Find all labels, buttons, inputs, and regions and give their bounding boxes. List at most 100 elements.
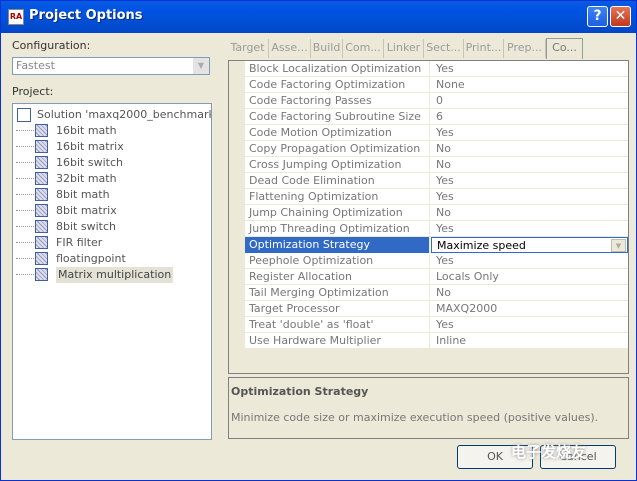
- tree-connector: [16, 274, 34, 275]
- configuration-dropdown[interactable]: Fastest ▼: [12, 57, 210, 75]
- property-row[interactable]: Register Allocation Locals Only: [245, 269, 628, 285]
- property-row[interactable]: Jump Threading Optimization Yes: [245, 221, 628, 237]
- property-name: Cross Jumping Optimization: [245, 157, 430, 173]
- tree-item-label: 8bit math: [56, 188, 110, 201]
- configuration-label: Configuration:: [12, 39, 91, 52]
- description-panel: Optimization Strategy Minimize code size…: [228, 377, 629, 439]
- property-row[interactable]: Block Localization Optimization Yes: [245, 61, 628, 77]
- watermark-logo: 电子发烧友: [511, 443, 587, 461]
- property-value[interactable]: No: [431, 285, 628, 301]
- close-button[interactable]: ✕: [610, 6, 631, 27]
- property-value[interactable]: Locals Only: [431, 269, 628, 285]
- property-value[interactable]: None: [431, 77, 628, 93]
- property-value-text: Yes: [436, 222, 454, 235]
- property-row[interactable]: Target Processor MAXQ2000: [245, 301, 628, 317]
- property-row[interactable]: Peephole Optimization Yes: [245, 253, 628, 269]
- tree-item-solution[interactable]: Solution 'maxq2000_benchmarks' (...: [13, 107, 211, 123]
- chevron-down-icon[interactable]: ▼: [611, 239, 626, 252]
- tree-item-project[interactable]: 32bit math: [13, 171, 211, 187]
- property-name: Jump Threading Optimization: [245, 221, 430, 237]
- property-value[interactable]: Yes: [431, 189, 628, 205]
- property-value[interactable]: MAXQ2000: [431, 301, 628, 317]
- property-value[interactable]: No: [431, 141, 628, 157]
- property-value[interactable]: Maximize speed ▼: [431, 237, 628, 253]
- title-bar[interactable]: RA Project Options ? ✕: [1, 1, 636, 33]
- property-name: Code Factoring Subroutine Size: [245, 109, 430, 125]
- help-button[interactable]: ?: [587, 6, 608, 27]
- property-row[interactable]: Dead Code Elimination Yes: [245, 173, 628, 189]
- tree-connector: [16, 178, 34, 179]
- property-row[interactable]: Code Motion Optimization Yes: [245, 125, 628, 141]
- property-row[interactable]: Use Hardware Multiplier Inline: [245, 333, 628, 349]
- property-value-text: 0: [436, 94, 443, 107]
- property-row[interactable]: Code Factoring Optimization None: [245, 77, 628, 93]
- tree-item-project[interactable]: FIR filter: [13, 235, 211, 251]
- tree-connector: [16, 210, 34, 211]
- property-value[interactable]: No: [431, 205, 628, 221]
- tree-item-project[interactable]: floatingpoint: [13, 251, 211, 267]
- tree-item-label: 8bit matrix: [56, 204, 117, 217]
- property-row[interactable]: Treat 'double' as 'float' Yes: [245, 317, 628, 333]
- tree-item-project[interactable]: 8bit switch: [13, 219, 211, 235]
- property-row[interactable]: Code Factoring Passes 0: [245, 93, 628, 109]
- property-name: Treat 'double' as 'float': [245, 317, 430, 333]
- grid-empty-area: [229, 349, 628, 373]
- tree-item-project[interactable]: 16bit matrix: [13, 139, 211, 155]
- property-value-text: Locals Only: [436, 270, 499, 283]
- project-icon: [35, 172, 48, 185]
- tab-8[interactable]: Co...: [546, 38, 583, 59]
- solution-label: Solution 'maxq2000_benchmarks' (...: [37, 108, 212, 121]
- property-value[interactable]: No: [431, 157, 628, 173]
- property-row[interactable]: Copy Propagation Optimization No: [245, 141, 628, 157]
- tree-connector: [16, 226, 34, 227]
- property-grid[interactable]: Block Localization Optimization Yes Code F…: [228, 60, 629, 374]
- chevron-down-icon[interactable]: ▼: [193, 58, 209, 74]
- property-value-text: None: [436, 78, 465, 91]
- property-name: Code Factoring Optimization: [245, 77, 430, 93]
- project-icon: [35, 188, 48, 201]
- property-name: Target Processor: [245, 301, 430, 317]
- property-name: Use Hardware Multiplier: [245, 333, 430, 349]
- tree-item-project[interactable]: 8bit math: [13, 187, 211, 203]
- tree-item-project[interactable]: 8bit matrix: [13, 203, 211, 219]
- property-value[interactable]: Inline: [431, 333, 628, 349]
- property-row[interactable]: Optimization Strategy Maximize speed ▼: [245, 237, 628, 253]
- property-value[interactable]: Yes: [431, 61, 628, 77]
- property-row[interactable]: Code Factoring Subroutine Size 6: [245, 109, 628, 125]
- tab-4[interactable]: Linker: [384, 39, 424, 58]
- tree-item-project[interactable]: Matrix multiplication: [13, 267, 211, 283]
- property-value-text: Yes: [436, 174, 454, 187]
- property-row[interactable]: Tail Merging Optimization No: [245, 285, 628, 301]
- property-value-text: Yes: [436, 190, 454, 203]
- tab-6[interactable]: Print...: [464, 39, 504, 58]
- property-value[interactable]: 6: [431, 109, 628, 125]
- tab-3[interactable]: Com...: [343, 39, 384, 58]
- property-value[interactable]: 0: [431, 93, 628, 109]
- project-tree[interactable]: Solution 'maxq2000_benchmarks' (... 16bi…: [12, 103, 212, 440]
- tree-item-project[interactable]: 16bit switch: [13, 155, 211, 171]
- tab-1[interactable]: Asse...: [269, 39, 311, 58]
- property-value[interactable]: Yes: [431, 125, 628, 141]
- property-value-text: No: [436, 158, 451, 171]
- property-row[interactable]: Flattening Optimization Yes: [245, 189, 628, 205]
- tab-5[interactable]: Sect...: [424, 39, 464, 58]
- tree-connector: [16, 242, 34, 243]
- tab-0[interactable]: Target: [227, 39, 269, 58]
- project-icon: [35, 124, 48, 137]
- property-name: Optimization Strategy: [245, 237, 430, 253]
- property-value-text: MAXQ2000: [436, 302, 498, 315]
- property-value[interactable]: Yes: [431, 173, 628, 189]
- project-icon: [35, 220, 48, 233]
- property-value-text: Maximize speed: [437, 239, 526, 252]
- description-text: Minimize code size or maximize execution…: [231, 411, 599, 424]
- tree-item-project[interactable]: 16bit math: [13, 123, 211, 139]
- tab-7[interactable]: Prep...: [504, 39, 546, 58]
- property-value[interactable]: Yes: [431, 221, 628, 237]
- tab-2[interactable]: Build: [311, 39, 343, 58]
- property-value[interactable]: Yes: [431, 317, 628, 333]
- property-row[interactable]: Cross Jumping Optimization No: [245, 157, 628, 173]
- property-value[interactable]: Yes: [431, 253, 628, 269]
- property-name: Jump Chaining Optimization: [245, 205, 430, 221]
- configuration-value: Fastest: [16, 59, 55, 72]
- property-row[interactable]: Jump Chaining Optimization No: [245, 205, 628, 221]
